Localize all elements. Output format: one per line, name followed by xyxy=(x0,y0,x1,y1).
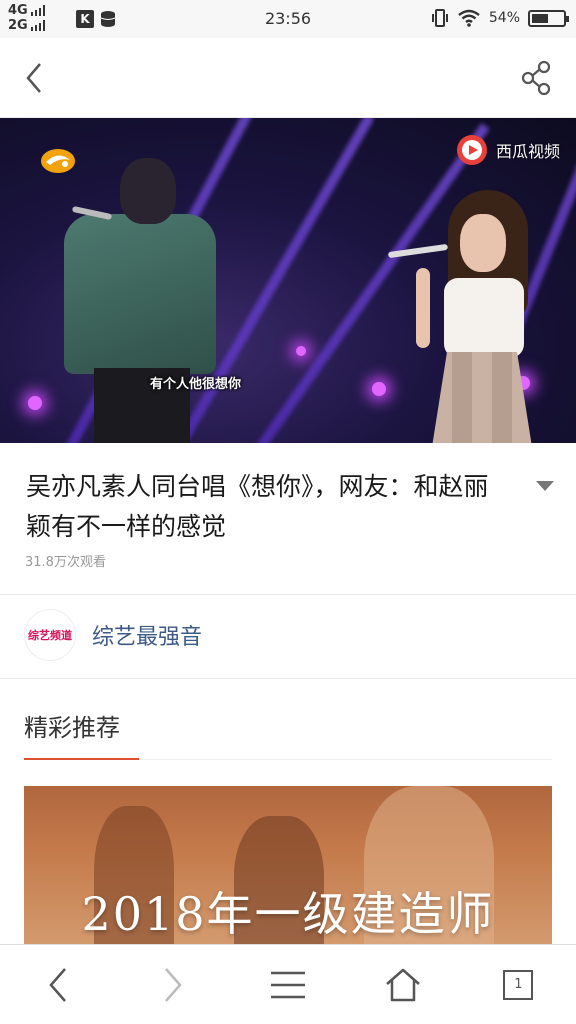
nav-menu-button[interactable] xyxy=(258,955,318,1015)
channel-row[interactable]: 综艺频道 综艺最强音 xyxy=(0,595,576,679)
stage-light xyxy=(296,346,306,356)
video-info: 吴亦凡素人同台唱《想你》，网友：和赵丽颖有不一样的感觉 31.8万次观看 xyxy=(0,443,576,595)
vibrate-icon xyxy=(431,9,448,27)
stage-light xyxy=(372,382,386,396)
nav-back-button[interactable] xyxy=(28,955,88,1015)
female-singer-arm xyxy=(416,268,430,348)
recommendations-heading: 精彩推荐 xyxy=(24,714,120,742)
recommendation-card[interactable]: 2018年一级建造师 xyxy=(24,786,552,944)
share-button[interactable] xyxy=(520,60,554,96)
channel-name[interactable]: 综艺最强音 xyxy=(92,619,202,651)
xigua-watermark-text: 西瓜视频 xyxy=(495,142,560,161)
back-button[interactable] xyxy=(18,60,52,96)
share-icon xyxy=(521,60,551,96)
nav-tabs-button[interactable]: 1 xyxy=(488,955,548,1015)
tabs-count: 1 xyxy=(503,969,534,1000)
video-subtitle: 有个人他很想你 xyxy=(150,377,242,392)
battery-icon xyxy=(528,9,569,27)
channel-avatar[interactable]: 综艺频道 xyxy=(24,609,76,661)
video-title: 吴亦凡素人同台唱《想你》，网友：和赵丽颖有不一样的感觉 xyxy=(26,472,489,541)
stage-light xyxy=(28,396,42,410)
recommendations-underline xyxy=(24,758,139,760)
battery-fill xyxy=(532,13,548,23)
male-singer-head xyxy=(120,158,176,224)
battery-percent: 54% xyxy=(488,10,520,26)
wifi-icon xyxy=(458,9,480,27)
status-bar: 4G 2G K 23:56 54% xyxy=(0,0,576,38)
male-singer-figure xyxy=(64,214,216,374)
nav-home-button[interactable] xyxy=(373,955,433,1015)
female-singer-top xyxy=(444,278,524,358)
expand-caret-icon[interactable] xyxy=(536,481,554,491)
hunan-tv-logo-icon xyxy=(41,149,75,173)
xigua-logo-icon xyxy=(456,135,487,165)
view-count: 31.8万次观看 xyxy=(25,555,106,570)
browser-bottom-nav: 1 xyxy=(0,944,576,1024)
chevron-left-icon xyxy=(26,63,41,93)
chevron-left-icon xyxy=(48,967,66,1002)
recommendation-card-title: 2018年一级建造师 xyxy=(81,887,495,941)
menu-icon xyxy=(270,971,305,998)
xigua-video-watermark: 西瓜视频 xyxy=(456,132,560,168)
female-singer-skirt xyxy=(432,352,532,443)
chevron-right-icon xyxy=(164,967,182,1002)
divider xyxy=(139,759,552,760)
top-bar xyxy=(0,38,576,118)
female-singer-face xyxy=(460,214,506,272)
video-player[interactable]: 西瓜视频 有个人他很想你 xyxy=(0,118,576,443)
home-icon xyxy=(386,968,420,1001)
nav-forward-button[interactable] xyxy=(143,955,203,1015)
channel-avatar-text: 综艺频道 xyxy=(28,627,72,643)
